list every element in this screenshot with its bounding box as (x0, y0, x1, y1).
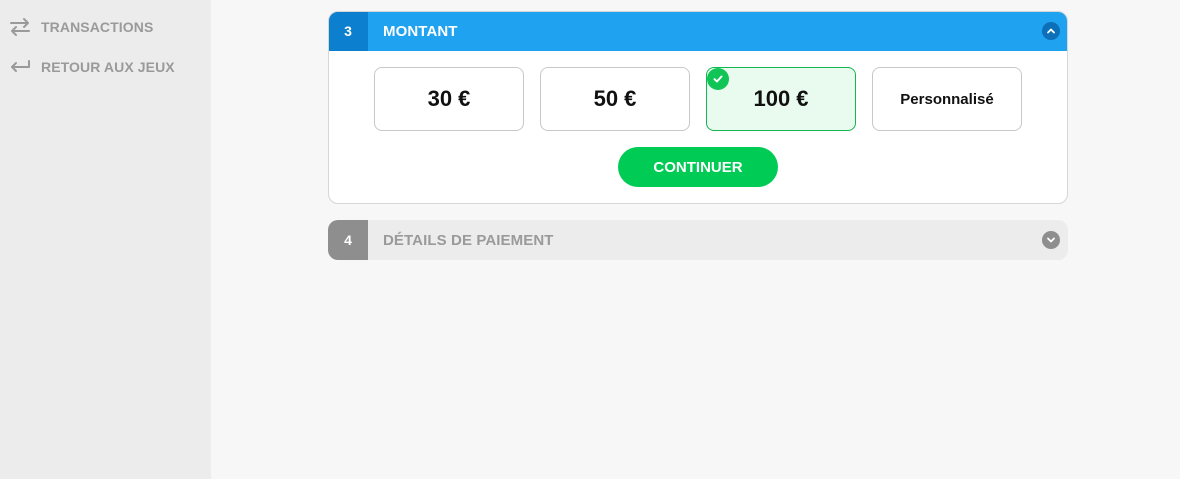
transfer-arrows-icon (8, 15, 32, 39)
amount-option-50[interactable]: 50 € (540, 67, 690, 131)
step-amount-header[interactable]: 3 MONTANT (329, 12, 1067, 51)
continue-button[interactable]: CONTINUER (618, 147, 778, 187)
amount-option-100[interactable]: 100 € (706, 67, 856, 131)
step-amount-panel: 3 MONTANT 30 € 50 € 100 € Personnalisé C… (328, 11, 1068, 204)
sidebar-item-transactions[interactable]: TRANSACTIONS (8, 15, 153, 39)
expand-button[interactable] (1042, 231, 1060, 249)
amount-option-custom[interactable]: Personnalisé (872, 67, 1022, 131)
sidebar-item-retour[interactable]: RETOUR AUX JEUX (8, 55, 175, 79)
amount-option-label: 100 € (753, 86, 809, 111)
step-title: MONTANT (383, 22, 458, 40)
sidebar-item-label: TRANSACTIONS (41, 19, 154, 35)
chevron-down-icon (1047, 237, 1055, 243)
collapse-button[interactable] (1042, 22, 1060, 40)
step-number: 3 (329, 12, 368, 51)
step-payment-details-header[interactable]: 4 DÉTAILS DE PAIEMENT (328, 220, 1068, 260)
sidebar: TRANSACTIONS RETOUR AUX JEUX (0, 0, 211, 479)
return-arrow-icon (8, 55, 32, 79)
chevron-up-icon (1047, 28, 1055, 34)
step-title: DÉTAILS DE PAIEMENT (383, 231, 554, 249)
checkmark-icon (707, 68, 729, 90)
sidebar-item-label: RETOUR AUX JEUX (41, 59, 175, 75)
step-number: 4 (328, 220, 368, 260)
amount-option-30[interactable]: 30 € (374, 67, 524, 131)
